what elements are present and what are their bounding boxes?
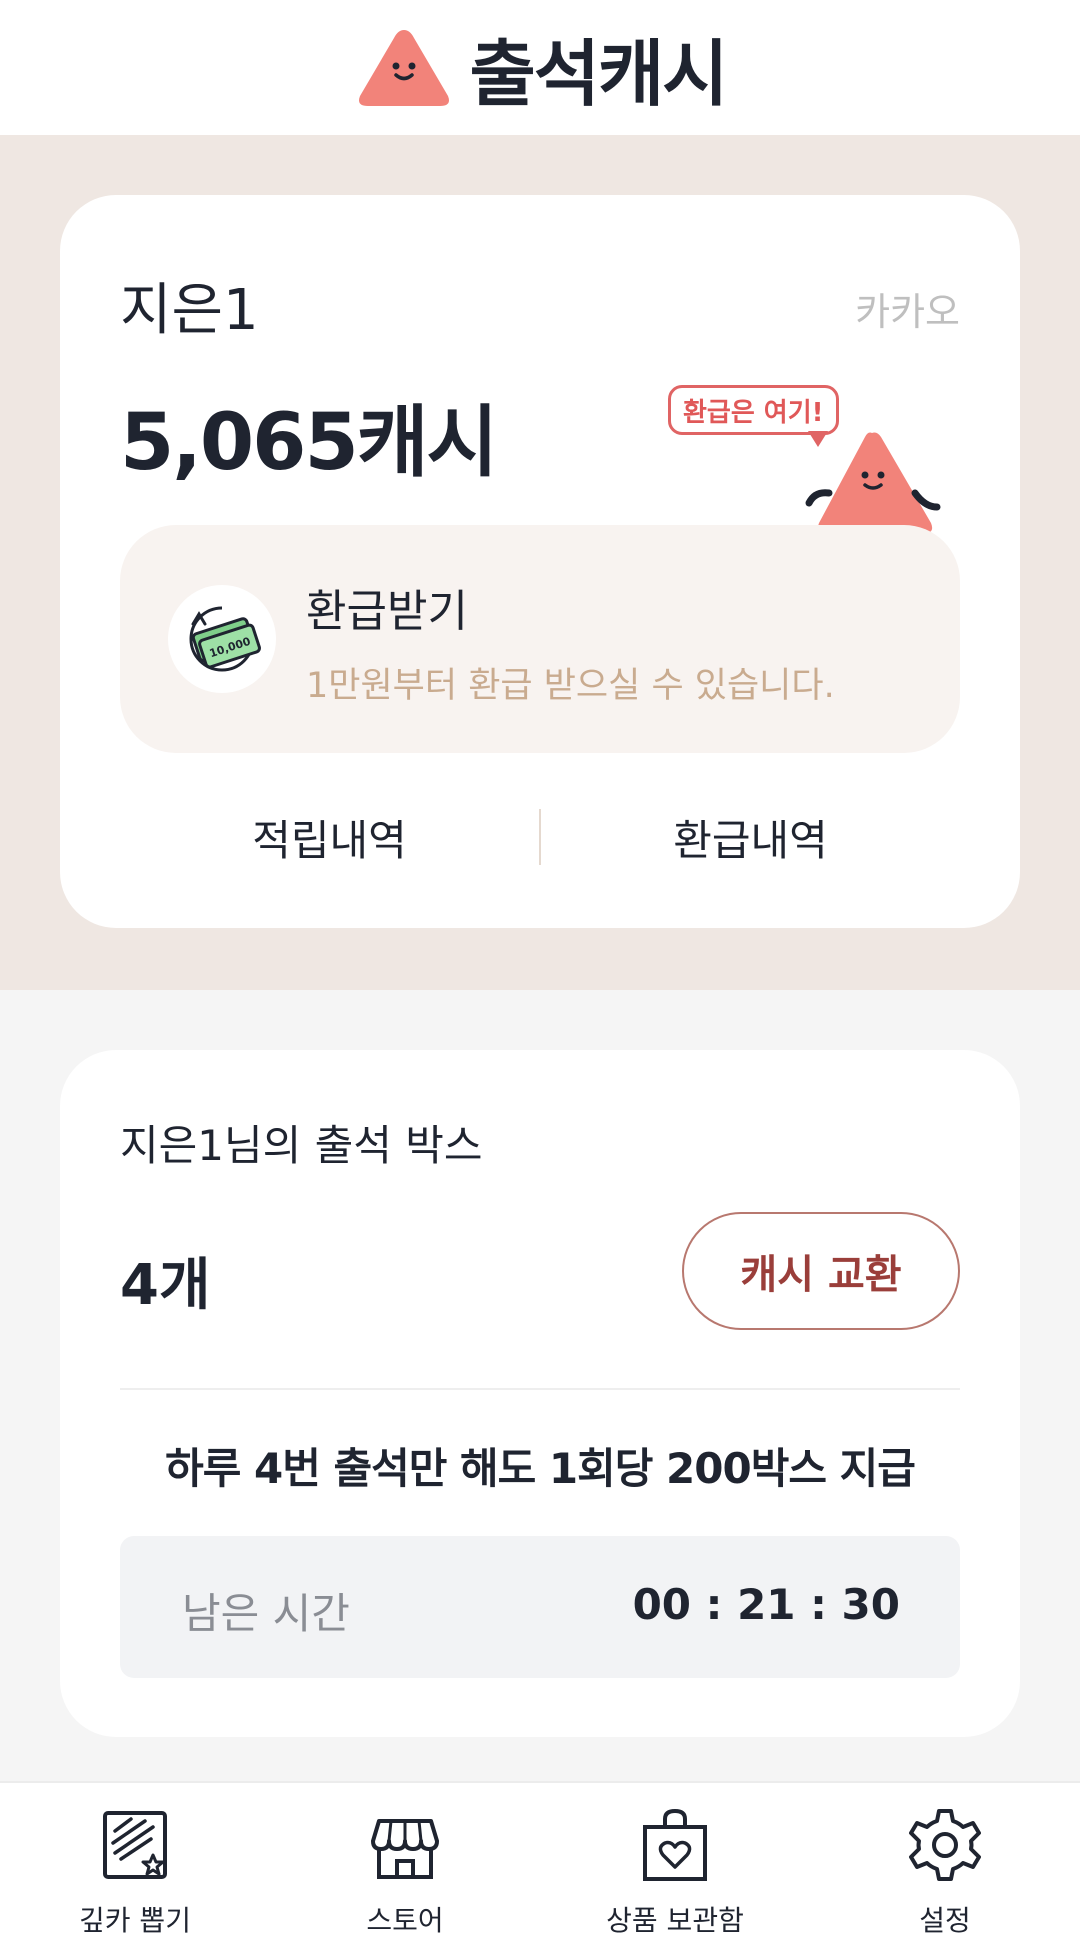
refund-title: 환급받기 (306, 586, 468, 637)
refund-button[interactable]: 10,000 환급받기 1만원부터 환급 받으실 수 있습니다. (120, 525, 960, 753)
refund-description: 1만원부터 환급 받으실 수 있습니다. (306, 666, 835, 706)
account-section: 지은1 카카오 5,065캐시 환급은 여기! 10,000 환급받기 1만원부… (0, 135, 1080, 990)
earn-history-link[interactable]: 적립내역 (120, 807, 539, 868)
remaining-time-value: 00 : 21 : 30 (632, 1580, 900, 1629)
attendance-promo-text: 하루 4번 출석만 해도 1회당 200박스 지급 (165, 1444, 916, 1493)
nav-item-scratch-card[interactable]: 깊카 뽑기 (0, 1783, 270, 1949)
account-card: 지은1 카카오 5,065캐시 환급은 여기! 10,000 환급받기 1만원부… (60, 195, 1020, 928)
login-type-label: 카카오 (855, 290, 960, 334)
gift-bag-icon (643, 1808, 707, 1881)
money-refund-icon: 10,000 (189, 606, 261, 672)
divider (120, 1388, 960, 1390)
refund-icon-circle: 10,000 (168, 585, 276, 693)
nav-label-settings: 설정 (919, 1904, 971, 1937)
app-title: 출석캐시 (469, 32, 729, 116)
remaining-time-label: 남은 시간 (182, 1589, 350, 1638)
remaining-time-box: 남은 시간 00 : 21 : 30 (120, 1536, 960, 1678)
nav-label-store: 스토어 (366, 1904, 444, 1937)
cash-exchange-button[interactable]: 캐시 교환 (682, 1212, 960, 1330)
refund-history-link[interactable]: 환급내역 (541, 807, 960, 868)
user-name: 지은1 (120, 278, 259, 343)
nav-label-scratch-card: 깊카 뽑기 (79, 1904, 191, 1937)
attendance-card: 지은1님의 출석 박스 4개 캐시 교환 하루 4번 출석만 해도 1회당 20… (60, 1050, 1020, 1737)
cash-balance: 5,065캐시 (120, 398, 498, 488)
bottom-navigation: 깊카 뽑기 스토어 상품 보관함 설정 (0, 1781, 1080, 1949)
gear-icon (909, 1809, 981, 1881)
brand: 출석캐시 (354, 15, 729, 120)
nav-item-store[interactable]: 스토어 (270, 1783, 540, 1949)
nav-item-settings[interactable]: 설정 (810, 1783, 1080, 1949)
nav-item-gift-bag[interactable]: 상품 보관함 (540, 1783, 810, 1949)
app-header: 출석캐시 (0, 0, 1080, 135)
attendance-box-title: 지은1님의 출석 박스 (120, 1121, 483, 1170)
triangle-mascot-logo-icon (358, 29, 449, 106)
scratch-card-icon (103, 1811, 167, 1879)
attendance-box-count: 4개 (120, 1253, 211, 1318)
nav-label-gift-bag: 상품 보관함 (606, 1904, 744, 1937)
store-icon (371, 1819, 439, 1879)
history-links: 적립내역 환급내역 (120, 807, 960, 867)
